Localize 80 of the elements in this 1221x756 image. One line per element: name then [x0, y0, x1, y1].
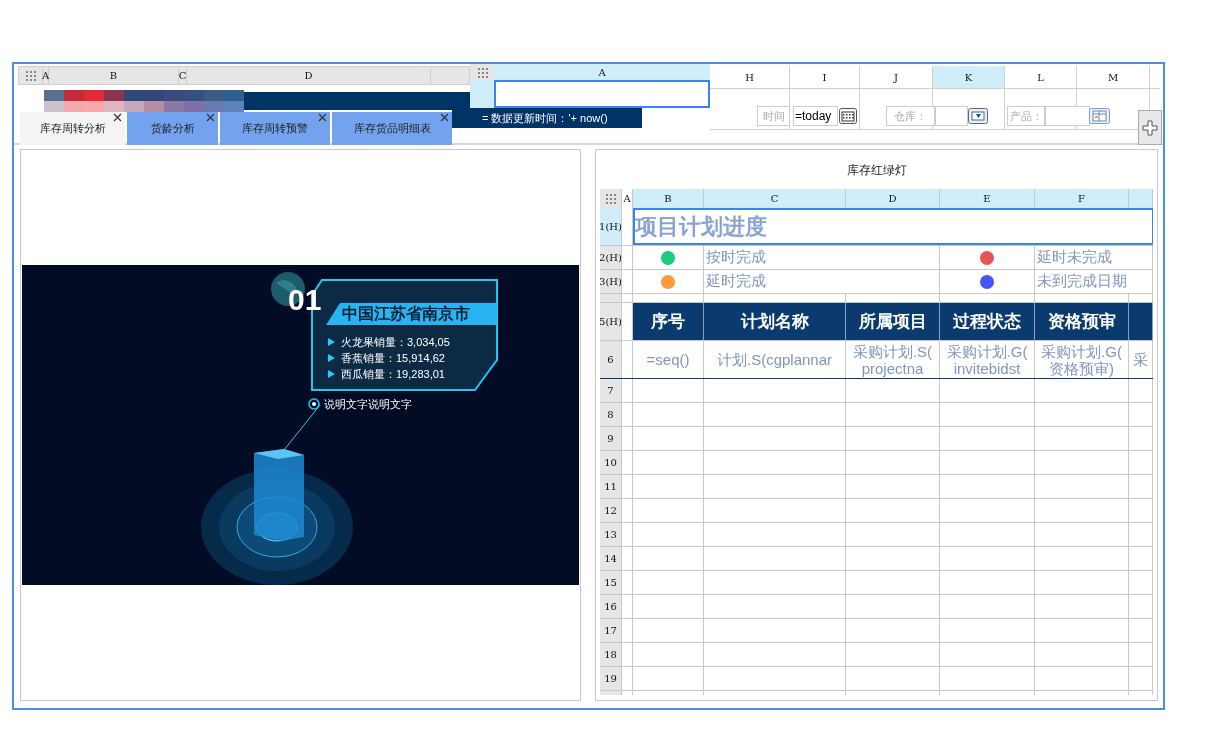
field-label: 时间	[757, 106, 790, 126]
row-header: 7	[600, 379, 622, 402]
row-header: 9	[600, 427, 622, 450]
input-field[interactable]	[1045, 106, 1090, 126]
legend-label: 延时未完成	[1037, 247, 1112, 268]
row-header: 14	[600, 547, 622, 570]
row-header: 1(H)	[600, 208, 622, 245]
grid-menu-icon	[605, 193, 616, 204]
column-header	[1129, 189, 1153, 208]
dropdown-icon	[968, 108, 988, 124]
close-icon	[206, 113, 215, 122]
column-header: A	[43, 67, 49, 84]
legend-label: 按时完成	[706, 247, 766, 268]
row-header: 6	[600, 341, 622, 378]
row-header: 13	[600, 523, 622, 546]
column-header: A	[622, 189, 633, 208]
row-header: 12	[600, 499, 622, 522]
input-field[interactable]	[935, 106, 968, 126]
row-header: 19	[600, 667, 622, 690]
panel-title: 库存红绿灯	[846, 161, 907, 179]
formula-text: 采	[1133, 351, 1148, 368]
target-icon	[308, 398, 320, 410]
input-field[interactable]: =today	[793, 106, 838, 126]
legend-label: 未到完成日期	[1037, 271, 1127, 292]
row-header: 15	[600, 571, 622, 594]
column-header: C	[704, 189, 846, 208]
grid-menu-icon	[25, 70, 36, 81]
row-header: 11	[600, 475, 622, 498]
close-icon	[440, 113, 449, 122]
column-header: K	[933, 66, 1005, 88]
close-icon	[113, 113, 122, 122]
column-title: 序号	[651, 310, 685, 333]
city-title: 中国江苏省南京市	[342, 306, 470, 322]
row-header: 10	[600, 451, 622, 474]
tab[interactable]: 库存周转分析	[20, 112, 125, 145]
row-header: 5(H)	[600, 303, 622, 340]
column-title: 计划名称	[740, 310, 809, 333]
stat-text: 香蕉销量：15,914,62	[341, 350, 445, 366]
column-title: 过程状态	[953, 310, 1021, 333]
close-icon	[318, 113, 327, 122]
row-header: 2(H)	[600, 246, 622, 269]
column-header: D	[187, 67, 431, 84]
column-title: 资格预审	[1047, 310, 1116, 333]
plus-icon	[1142, 119, 1158, 136]
formula-text: 计划.S(cgplannar	[716, 351, 833, 368]
field-label: 仓库：	[886, 106, 935, 126]
tab[interactable]: 货龄分析	[127, 112, 218, 145]
formula-text: 采购计划.S( projectna	[852, 342, 933, 377]
legend-label: 延时完成	[706, 271, 766, 292]
calendar-icon	[839, 108, 857, 124]
picker-button[interactable]	[968, 108, 988, 124]
stat-text: 火龙果销量：3,034,05	[341, 334, 450, 350]
picker-button[interactable]	[839, 108, 857, 124]
row-header: 17	[600, 619, 622, 642]
selected-cell[interactable]	[494, 80, 710, 108]
add-button[interactable]	[1138, 110, 1162, 145]
formula-text: =seq()	[646, 351, 690, 368]
row-header: 8	[600, 403, 622, 426]
formula-text: 采购计划.G( invitebidst	[946, 342, 1028, 377]
tab[interactable]: 库存货品明细表	[332, 112, 452, 145]
stat-text: 西瓜销量：19,283,01	[341, 366, 445, 382]
grid-menu-icon	[476, 66, 488, 78]
row-header: 3(H)	[600, 270, 622, 293]
column-header: B	[49, 67, 179, 84]
row-header: 16	[600, 595, 622, 618]
column-title: 所属项目	[858, 310, 927, 333]
column-header: E	[940, 189, 1035, 208]
tab[interactable]: 库存周转预警	[220, 112, 330, 145]
caption-text: 说明文字说明文字	[324, 396, 412, 412]
tree-select-icon	[1089, 108, 1110, 124]
column-header: A	[494, 64, 710, 80]
column-header: F	[1035, 189, 1129, 208]
column-header: B	[633, 189, 704, 208]
formula-text: = 数据更新时间：'+ now()	[482, 110, 608, 126]
formula-text: 采购计划.G( 资格预审)	[1041, 342, 1122, 377]
row-header: 18	[600, 643, 622, 666]
column-header: C	[179, 67, 187, 84]
field-label: 产品：	[1007, 106, 1045, 126]
column-header: D	[846, 189, 940, 208]
row-header-strip	[470, 80, 494, 108]
